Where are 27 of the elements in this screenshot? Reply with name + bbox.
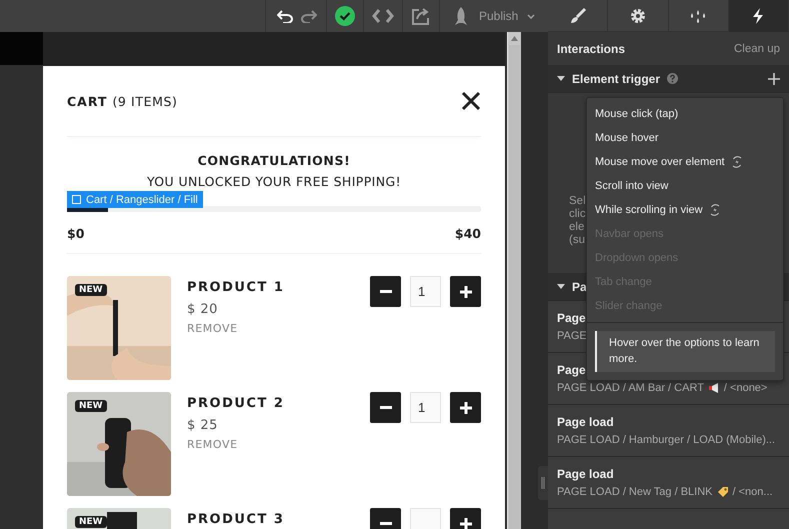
interaction-path: PAGE (557, 330, 587, 342)
interaction-path: PAGE LOAD / Hamburger / LOAD (Mobile)... (557, 434, 776, 446)
interaction-path: PAGE LOAD / New Tag / BLINK (557, 486, 712, 498)
product-name: PRODUCT 1 (187, 280, 284, 295)
item-count: (9 ITEMS) (112, 94, 178, 108)
new-badge: NEW (75, 516, 107, 528)
panel-title: Interactions (557, 42, 626, 56)
hint-text: ele (569, 221, 584, 234)
max-amount: $40 (454, 226, 481, 241)
min-amount: $0 (67, 226, 84, 241)
hint-text: (su (569, 234, 585, 247)
product-name: PRODUCT 2 (187, 396, 284, 411)
congrats-heading: CONGRATULATIONS! (196, 153, 352, 168)
help-note: Hover over the options to learn more. (595, 331, 775, 372)
product-price: $ 20 (187, 302, 218, 317)
product-price: $ 25 (187, 418, 218, 433)
hint-text: clic (569, 208, 586, 221)
cart-title: CART (67, 94, 108, 108)
interaction-target: / <non... (732, 486, 773, 498)
new-badge: NEW (75, 284, 107, 296)
interaction-path: PAGE LOAD / AM Bar / CART (557, 382, 704, 394)
shipping-message: YOU UNLOCKED YOUR FREE SHIPPING! (146, 174, 402, 189)
interaction-target: / <none> (724, 382, 768, 394)
selection-label: Cart / Rangeslider / Fill (67, 191, 203, 208)
hint-text: Sel (569, 195, 586, 208)
new-badge: NEW (75, 400, 107, 412)
product-name: PRODUCT 3 (187, 512, 284, 527)
